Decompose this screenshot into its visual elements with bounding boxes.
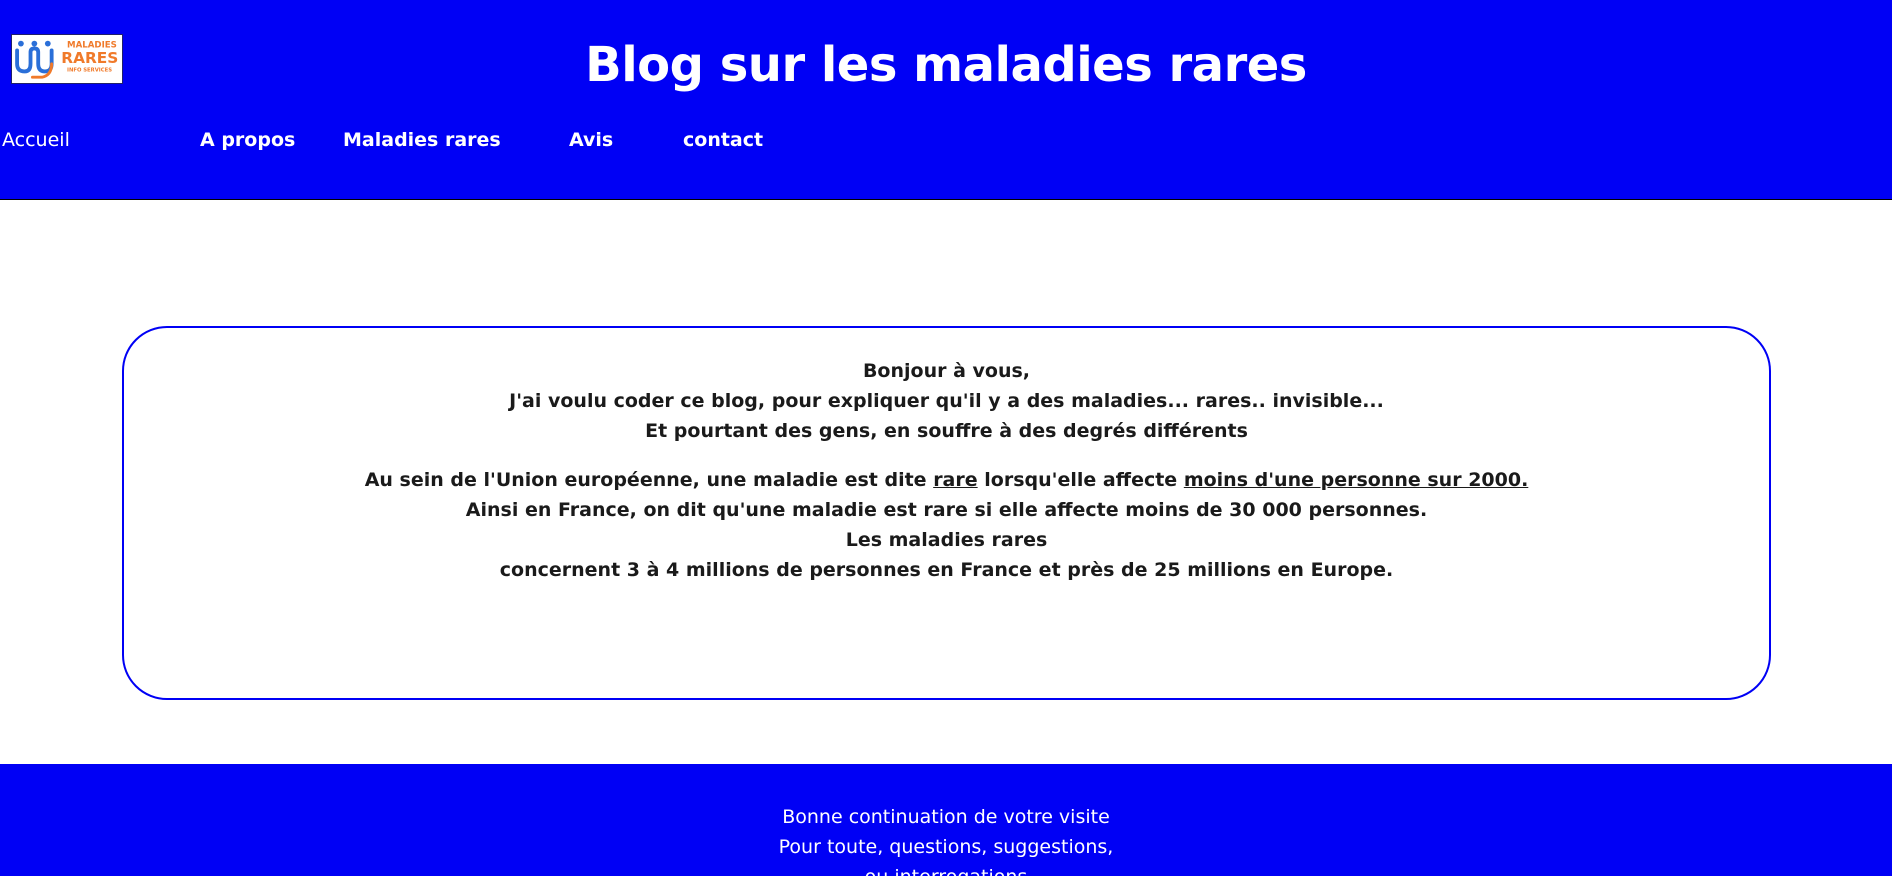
definition-line: Au sein de l'Union européenne, une malad… [124,465,1769,495]
footer-line: ou interrogations [0,862,1892,876]
footer-line: Bonne continuation de votre visite [782,806,1110,828]
nav-item-accueil[interactable]: Accueil [2,125,70,155]
intro-line: Et pourtant des gens, en souffre à des d… [645,420,1248,442]
footer-line: Pour toute, questions, suggestions, [778,836,1114,858]
main-nav: Accueil A propos Maladies rares Avis con… [0,125,900,155]
nav-item-avis[interactable]: Avis [569,125,613,155]
rare-link[interactable]: rare [933,469,977,491]
nav-item-a-propos[interactable]: A propos [200,125,295,155]
site-footer: Bonne continuation de votre visite Pour … [0,764,1892,876]
page-title: Blog sur les maladies rares [585,37,1307,93]
intro-card: Bonjour à vous, J'ai voulu coder ce blog… [122,326,1771,700]
site-header: MALADIES RARES INFO SERVICES Blog sur le… [0,0,1892,200]
intro-block: Bonjour à vous, J'ai voulu coder ce blog… [124,356,1769,446]
stats-line: concernent 3 à 4 millions de personnes e… [499,559,1394,581]
footer-text: Bonne continuation de votre visite Pour … [0,802,1892,876]
definition-text: Au sein de l'Union européenne, une malad… [364,469,934,491]
nav-item-maladies-rares[interactable]: Maladies rares [343,125,501,155]
france-line: Ainsi en France, on dit qu'une maladie e… [465,499,1428,521]
threshold-link[interactable]: moins d'une personne sur 2000. [1184,469,1528,491]
intro-line: Bonjour à vous, [862,360,1031,382]
intro-line: J'ai voulu coder ce blog, pour expliquer… [509,390,1384,412]
definition-block: Au sein de l'Union européenne, une malad… [124,465,1769,585]
definition-text: lorsqu'elle affecte [977,469,1184,491]
rare-heading-line: Les maladies rares [845,529,1048,551]
nav-item-contact[interactable]: contact [683,125,763,155]
page: MALADIES RARES INFO SERVICES Blog sur le… [0,0,1892,876]
